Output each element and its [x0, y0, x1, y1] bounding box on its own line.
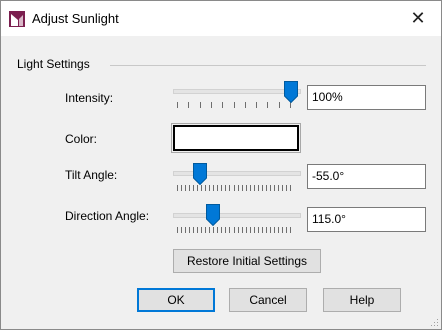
- slider-tick: [222, 102, 223, 108]
- slider-tick: [266, 227, 267, 233]
- slider-tick: [221, 185, 222, 191]
- slider-tick: [234, 185, 235, 191]
- slider-tick: [245, 102, 246, 108]
- slider-tick: [238, 227, 239, 233]
- cancel-button[interactable]: Cancel: [229, 288, 307, 312]
- slider-tick: [266, 185, 267, 191]
- direction-angle-slider-track[interactable]: [173, 213, 301, 218]
- slider-tick: [282, 227, 283, 233]
- slider-tick: [267, 102, 268, 108]
- slider-tick: [274, 227, 275, 233]
- slider-tick: [209, 227, 210, 233]
- slider-tick: [279, 102, 280, 108]
- direction-angle-label: Direction Angle:: [65, 209, 150, 223]
- tilt-angle-label: Tilt Angle:: [65, 168, 118, 182]
- slider-tick: [254, 227, 255, 233]
- slider-tick: [205, 185, 206, 191]
- slider-tick: [177, 102, 178, 108]
- direction-angle-slider-thumb[interactable]: [206, 204, 220, 226]
- slider-tick: [254, 185, 255, 191]
- ok-button[interactable]: OK: [137, 288, 215, 312]
- slider-tick: [201, 227, 202, 233]
- slider-tick: [229, 227, 230, 233]
- tilt-angle-input[interactable]: -55.0°: [307, 164, 426, 189]
- slider-tick: [181, 185, 182, 191]
- slider-tick: [200, 102, 201, 108]
- slider-tick: [229, 185, 230, 191]
- app-logo-icon: [9, 11, 25, 27]
- slider-tick: [177, 227, 178, 233]
- slider-tick: [290, 227, 291, 233]
- intensity-input[interactable]: 100%: [307, 85, 426, 110]
- group-divider: [110, 65, 426, 66]
- direction-angle-input[interactable]: 115.0°: [307, 207, 426, 232]
- restore-initial-settings-button[interactable]: Restore Initial Settings: [173, 249, 321, 273]
- slider-tick: [211, 102, 212, 108]
- slider-tick: [242, 185, 243, 191]
- direction-angle-slider-ticks: [177, 227, 291, 233]
- slider-tick: [270, 185, 271, 191]
- slider-tick: [238, 185, 239, 191]
- slider-tick: [185, 185, 186, 191]
- slider-tick: [262, 227, 263, 233]
- close-icon: ✕: [410, 8, 426, 28]
- slider-tick: [217, 227, 218, 233]
- slider-tick: [258, 185, 259, 191]
- slider-tick: [201, 185, 202, 191]
- color-swatch[interactable]: [173, 125, 299, 151]
- slider-tick: [234, 102, 235, 108]
- slider-tick: [242, 227, 243, 233]
- slider-tick: [189, 185, 190, 191]
- slider-tick: [234, 227, 235, 233]
- slider-tick: [209, 185, 210, 191]
- slider-tick: [217, 185, 218, 191]
- adjust-sunlight-dialog: Adjust Sunlight ✕ Light Settings Intensi…: [0, 0, 442, 330]
- slider-tick: [282, 185, 283, 191]
- intensity-slider-ticks: [177, 102, 291, 108]
- color-label: Color:: [65, 132, 98, 146]
- slider-tick: [185, 227, 186, 233]
- slider-tick: [177, 185, 178, 191]
- window-title: Adjust Sunlight: [32, 11, 119, 26]
- help-button[interactable]: Help: [323, 288, 401, 312]
- slider-tick: [188, 102, 189, 108]
- close-button[interactable]: ✕: [395, 1, 441, 36]
- slider-tick: [250, 185, 251, 191]
- tilt-angle-slider-ticks: [177, 185, 291, 191]
- intensity-slider-thumb[interactable]: [284, 81, 298, 103]
- slider-tick: [256, 102, 257, 108]
- slider-tick: [221, 227, 222, 233]
- slider-tick: [246, 185, 247, 191]
- slider-tick: [197, 227, 198, 233]
- slider-tick: [278, 185, 279, 191]
- slider-tick: [286, 227, 287, 233]
- light-settings-group-label: Light Settings: [17, 57, 90, 71]
- slider-tick: [225, 227, 226, 233]
- slider-tick: [225, 185, 226, 191]
- slider-tick: [213, 227, 214, 233]
- tilt-angle-slider-thumb[interactable]: [193, 163, 207, 185]
- slider-tick: [250, 227, 251, 233]
- resize-grip-icon[interactable]: [429, 317, 439, 327]
- slider-tick: [189, 227, 190, 233]
- slider-tick: [246, 227, 247, 233]
- slider-tick: [286, 185, 287, 191]
- slider-tick: [193, 227, 194, 233]
- slider-tick: [270, 227, 271, 233]
- title-bar: Adjust Sunlight ✕: [1, 1, 441, 36]
- slider-tick: [197, 185, 198, 191]
- slider-tick: [290, 185, 291, 191]
- slider-tick: [274, 185, 275, 191]
- slider-tick: [278, 227, 279, 233]
- intensity-label: Intensity:: [65, 91, 114, 105]
- slider-tick: [205, 227, 206, 233]
- slider-tick: [262, 185, 263, 191]
- intensity-slider-track[interactable]: [173, 89, 301, 94]
- slider-tick: [181, 227, 182, 233]
- slider-tick: [258, 227, 259, 233]
- slider-tick: [213, 185, 214, 191]
- slider-tick: [193, 185, 194, 191]
